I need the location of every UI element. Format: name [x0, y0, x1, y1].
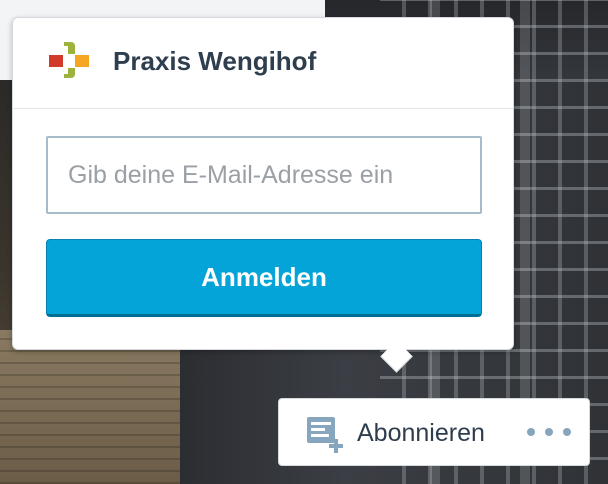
subscribe-label: Abonnieren [357, 419, 485, 447]
signup-button[interactable]: Anmelden [46, 239, 482, 317]
subscribe-bar: Abonnieren [278, 398, 590, 466]
subscribe-popup: Praxis Wengihof Anmelden [12, 17, 514, 350]
ellipsis-icon [563, 428, 571, 436]
reader-subscribe-icon [307, 417, 343, 453]
praxis-cross-logo-icon [49, 42, 89, 78]
site-title: Praxis Wengihof [113, 46, 317, 76]
popup-header: Praxis Wengihof [13, 18, 513, 109]
email-input[interactable] [46, 136, 482, 214]
ellipsis-icon [545, 428, 553, 436]
more-options-button[interactable] [527, 417, 571, 447]
subscribe-button[interactable]: Abonnieren [279, 399, 509, 465]
ellipsis-icon [527, 428, 535, 436]
